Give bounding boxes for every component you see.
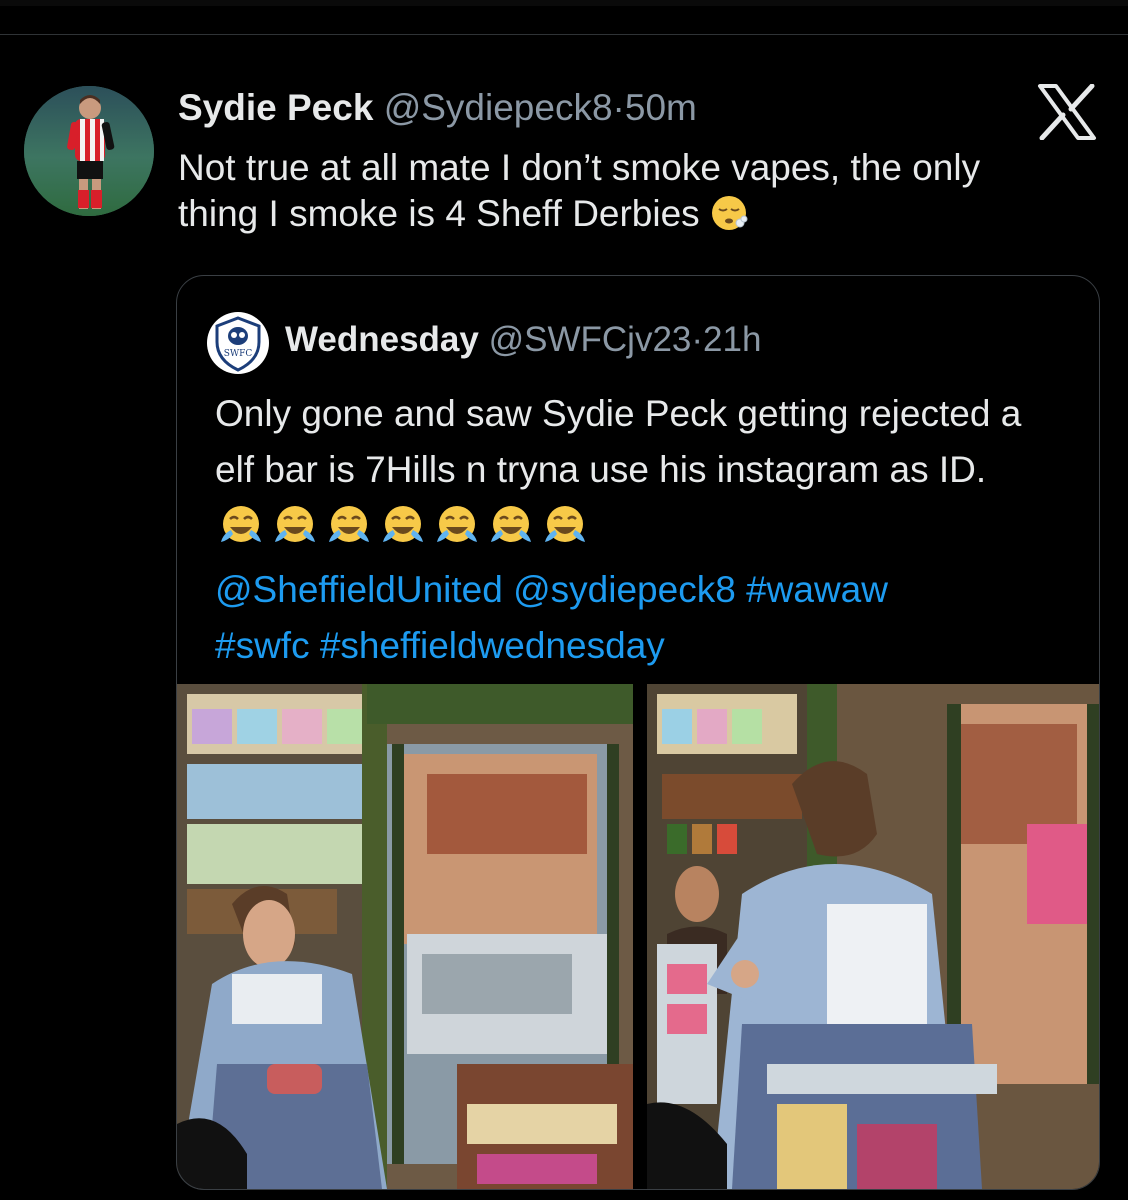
quoted-user-handle[interactable]: @SWFCjv23: [489, 320, 692, 359]
mention-sheffieldunited[interactable]: @SheffieldUnited: [215, 569, 503, 610]
quoted-avatar-text: SWFC: [224, 349, 253, 359]
mention-sydiepeck8[interactable]: @sydiepeck8: [513, 569, 736, 610]
quoted-tweet-body: Only gone and saw Sydie Peck getting rej…: [215, 393, 1022, 490]
quoted-display-name[interactable]: Wednesday: [285, 320, 479, 359]
quoted-avatar[interactable]: SWFC: [207, 312, 269, 374]
quoted-tweet-text: Only gone and saw Sydie Peck getting rej…: [215, 386, 1055, 674]
tweet-text: Not true at all mate I don’t smoke vapes…: [178, 145, 1038, 237]
avatar[interactable]: [24, 86, 154, 216]
tears-of-joy-emoji-row: [215, 502, 593, 562]
timestamp[interactable]: 50m: [625, 87, 697, 128]
tears-of-joy-emoji: [491, 506, 531, 542]
tears-of-joy-emoji: [275, 506, 315, 542]
tears-of-joy-emoji: [437, 506, 477, 542]
tweet-header: Sydie Peck @Sydiepeck8·50m: [178, 86, 697, 130]
attached-photo-2[interactable]: [647, 684, 1099, 1189]
divider: [0, 34, 1128, 35]
face-exhaling-emoji: [710, 194, 748, 232]
separator: ·: [612, 87, 625, 128]
user-handle[interactable]: @Sydiepeck8: [384, 87, 613, 128]
attached-photo-1[interactable]: [177, 684, 633, 1189]
tears-of-joy-emoji: [545, 506, 585, 542]
tweet-body: Not true at all mate I don’t smoke vapes…: [178, 147, 981, 234]
hashtag-sheffieldwednesday[interactable]: #sheffieldwednesday: [320, 625, 665, 666]
quoted-separator: ·: [691, 320, 704, 359]
hashtag-wawaw[interactable]: #wawaw: [746, 569, 888, 610]
quoted-tweet-card[interactable]: SWFC Wednesday @SWFCjv23·21h Only gone a…: [176, 275, 1100, 1190]
tears-of-joy-emoji: [221, 506, 261, 542]
quoted-tweet-header: Wednesday @SWFCjv23·21h: [285, 318, 761, 362]
tears-of-joy-emoji: [383, 506, 423, 542]
top-bar: [0, 0, 1128, 6]
quoted-timestamp[interactable]: 21h: [703, 320, 761, 359]
hashtag-swfc[interactable]: #swfc: [215, 625, 310, 666]
x-logo-icon: [1036, 83, 1098, 141]
tears-of-joy-emoji: [329, 506, 369, 542]
display-name[interactable]: Sydie Peck: [178, 87, 373, 128]
